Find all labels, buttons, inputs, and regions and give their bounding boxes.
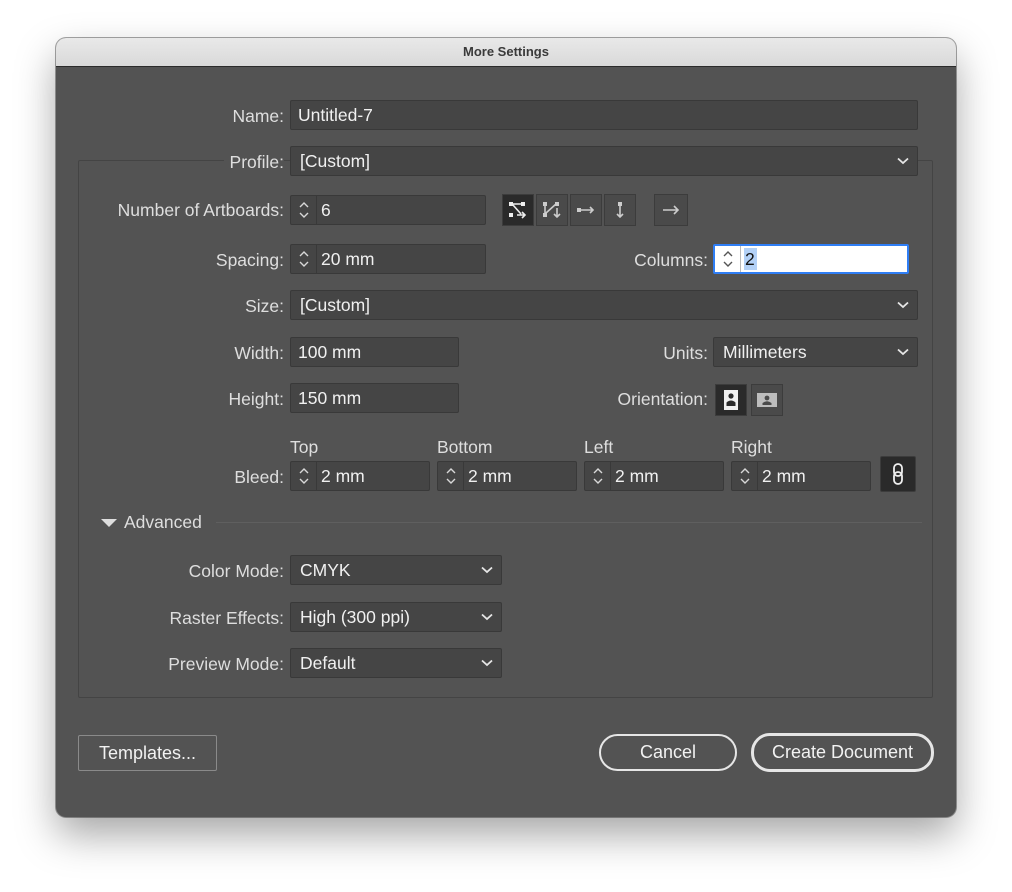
grid-by-column-icon[interactable] xyxy=(536,194,568,226)
bleed-left-value: 2 mm xyxy=(615,466,659,486)
bleed-left-label: Left xyxy=(584,437,614,457)
artboards-stepper[interactable]: 6 xyxy=(290,195,486,225)
height-label: Height: xyxy=(228,389,284,409)
arrange-by-column-icon[interactable] xyxy=(604,194,636,226)
right-to-left-layout-icon[interactable] xyxy=(654,194,688,226)
units-label: Units: xyxy=(663,343,708,363)
raster-effects-dropdown[interactable]: High (300 ppi) xyxy=(290,602,502,632)
raster-effects-label: Raster Effects: xyxy=(169,608,284,628)
profile-label: Profile: xyxy=(223,152,284,173)
landscape-orientation-icon[interactable] xyxy=(751,384,783,416)
bleed-bottom-value: 2 mm xyxy=(468,466,512,486)
chevron-down-icon xyxy=(897,348,909,356)
size-value: [Custom] xyxy=(300,295,371,315)
orientation-label: Orientation: xyxy=(617,389,708,409)
chevron-down-icon xyxy=(481,659,493,667)
stepper-arrows-icon[interactable] xyxy=(438,462,464,490)
columns-value: 2 xyxy=(744,248,757,270)
preview-mode-value: Default xyxy=(300,653,356,673)
bleed-bottom-label: Bottom xyxy=(437,437,493,457)
preview-mode-dropdown[interactable]: Default xyxy=(290,648,502,678)
preview-mode-label: Preview Mode: xyxy=(168,654,284,674)
bleed-label: Bleed: xyxy=(234,467,284,487)
bleed-left-stepper[interactable]: 2 mm xyxy=(584,461,724,491)
cancel-button[interactable]: Cancel xyxy=(599,734,737,771)
spacing-stepper[interactable]: 20 mm xyxy=(290,244,486,274)
columns-stepper[interactable]: 2 xyxy=(713,244,909,274)
stepper-arrows-icon[interactable] xyxy=(291,245,317,273)
create-document-button[interactable]: Create Document xyxy=(751,733,934,772)
units-value: Millimeters xyxy=(723,342,807,362)
portrait-orientation-icon[interactable] xyxy=(715,384,747,416)
stepper-arrows-icon[interactable] xyxy=(715,246,741,272)
arrange-by-row-icon[interactable] xyxy=(570,194,602,226)
templates-button[interactable]: Templates... xyxy=(78,735,217,771)
triangle-down-icon xyxy=(101,518,117,527)
bleed-top-value: 2 mm xyxy=(321,466,365,486)
stepper-arrows-icon[interactable] xyxy=(291,196,317,224)
advanced-toggle[interactable]: Advanced xyxy=(100,512,210,533)
bleed-bottom-stepper[interactable]: 2 mm xyxy=(437,461,577,491)
columns-label: Columns: xyxy=(634,250,708,270)
stepper-arrows-icon[interactable] xyxy=(585,462,611,490)
artboards-value: 6 xyxy=(321,200,331,220)
more-settings-dialog: More Settings Name: Untitled-7 Profile: … xyxy=(56,38,956,817)
height-input[interactable]: 150 mm xyxy=(290,383,459,413)
chevron-down-icon xyxy=(897,301,909,309)
bleed-right-value: 2 mm xyxy=(762,466,806,486)
color-mode-dropdown[interactable]: CMYK xyxy=(290,555,502,585)
raster-effects-value: High (300 ppi) xyxy=(300,607,410,627)
color-mode-value: CMYK xyxy=(300,560,351,580)
advanced-label: Advanced xyxy=(124,512,202,532)
name-label: Name: xyxy=(232,106,284,126)
width-input[interactable]: 100 mm xyxy=(290,337,459,367)
chevron-down-icon xyxy=(481,566,493,574)
bleed-top-stepper[interactable]: 2 mm xyxy=(290,461,430,491)
bleed-right-label: Right xyxy=(731,437,772,457)
bleed-top-label: Top xyxy=(290,437,319,457)
units-dropdown[interactable]: Millimeters xyxy=(713,337,918,367)
profile-dropdown[interactable]: [Custom] xyxy=(290,146,918,176)
link-bleed-icon[interactable] xyxy=(880,456,916,492)
bleed-right-stepper[interactable]: 2 mm xyxy=(731,461,871,491)
window-title: More Settings xyxy=(56,38,956,67)
artboards-label: Number of Artboards: xyxy=(117,200,284,220)
stepper-arrows-icon[interactable] xyxy=(291,462,317,490)
profile-value: [Custom] xyxy=(300,151,371,171)
color-mode-label: Color Mode: xyxy=(188,561,284,581)
width-label: Width: xyxy=(234,343,284,363)
spacing-label: Spacing: xyxy=(215,250,284,270)
size-dropdown[interactable]: [Custom] xyxy=(290,290,918,320)
chevron-down-icon xyxy=(897,157,909,165)
chevron-down-icon xyxy=(481,613,493,621)
name-input[interactable]: Untitled-7 xyxy=(290,100,918,130)
grid-by-row-icon[interactable] xyxy=(502,194,534,226)
spacing-value: 20 mm xyxy=(321,249,375,269)
stepper-arrows-icon[interactable] xyxy=(732,462,758,490)
advanced-divider xyxy=(216,522,922,523)
size-label: Size: xyxy=(245,296,284,316)
